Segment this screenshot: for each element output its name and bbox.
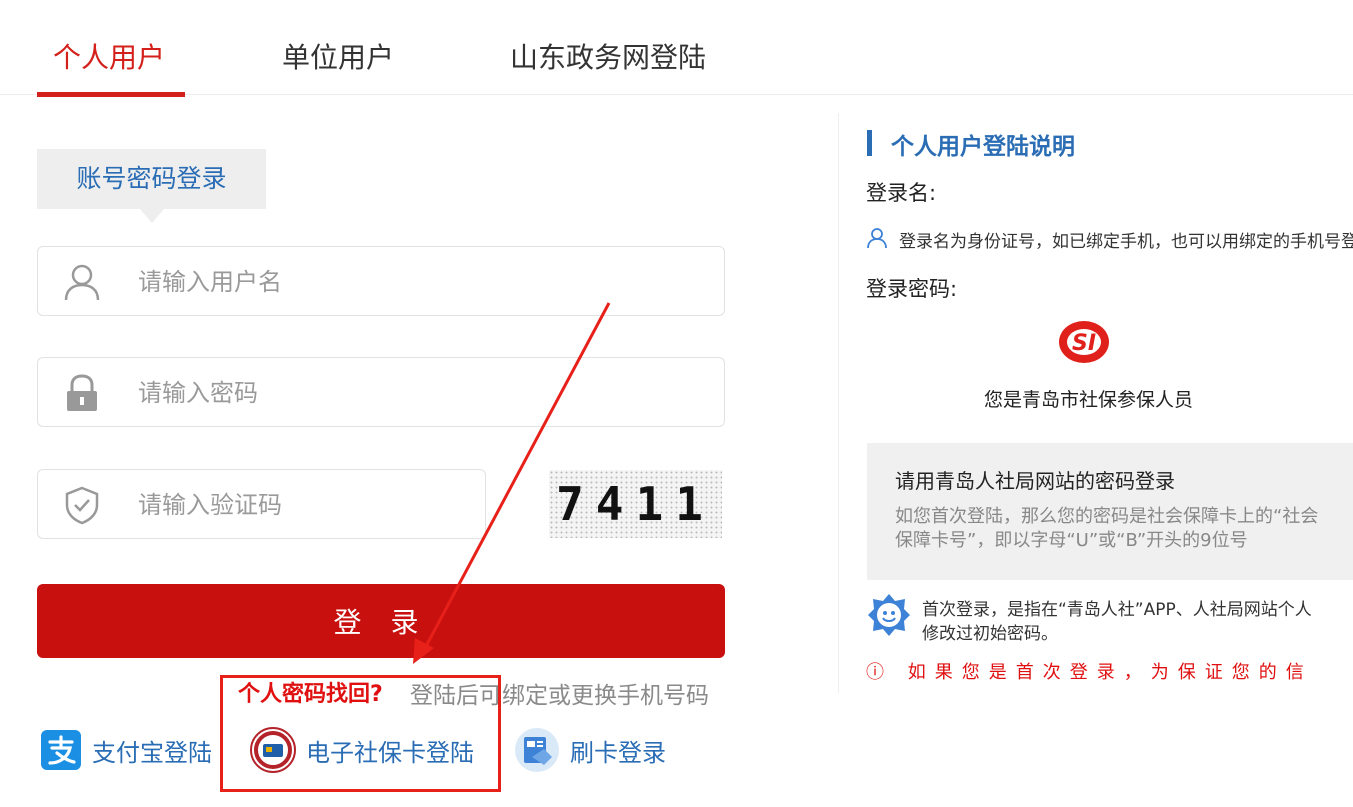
first-login-warning: ⓘ 如果您是首次登录，为保证您的信 — [866, 662, 1313, 683]
shield-check-icon — [65, 486, 99, 525]
username-heading: 登录名: — [866, 181, 937, 205]
username-description: 登录名为身份证号，如已绑定手机，也可以用绑定的手机号登 — [899, 232, 1353, 252]
website-password-title: 请用青岛人社局网站的密码登录 — [895, 469, 1175, 493]
card-swipe-login-link[interactable]: 刷卡登录 — [514, 728, 666, 772]
login-mode-label[interactable]: 账号密码登录 — [37, 149, 266, 209]
alipay-login-link[interactable]: 支付宝登陆 — [40, 728, 212, 772]
alipay-icon — [41, 730, 81, 770]
username-field[interactable] — [37, 246, 725, 316]
captcha-field[interactable] — [37, 469, 486, 539]
si-logo-text: SI — [1072, 331, 1096, 356]
tab-organization-user[interactable]: 单位用户 — [282, 36, 394, 76]
password-field[interactable] — [37, 357, 725, 427]
password-info-box: 请用青岛人社局网站的密码登录 如您首次登陆，那么您的密码是社会保障卡上的“社会保… — [867, 443, 1353, 580]
captcha-input[interactable] — [136, 484, 470, 526]
alipay-login-label: 支付宝登陆 — [92, 738, 212, 767]
user-icon — [64, 264, 100, 301]
info-panel: 个人用户登陆说明 登录名: 登录名为身份证号，如已绑定手机，也可以用绑定的手机号… — [838, 113, 1353, 693]
tab-personal-user[interactable]: 个人用户 — [53, 36, 165, 76]
active-tab-indicator — [37, 92, 185, 97]
first-login-note-line1: 首次登录，是指在“青岛人社”APP、人社局网站个人 — [922, 600, 1312, 620]
card-reader-icon — [515, 728, 559, 772]
panel-title: 个人用户登陆说明 — [891, 134, 1075, 160]
username-input[interactable] — [136, 261, 700, 303]
insured-person-title: 您是青岛市社保参保人员 — [984, 389, 1194, 411]
login-button[interactable]: 登 录 — [37, 584, 725, 658]
lock-icon — [67, 374, 97, 411]
captcha-image[interactable]: 7411 — [549, 470, 722, 538]
website-password-description: 如您首次登陆，那么您的密码是社会保障卡上的“社会保障卡号”，即以字母“U”或“B… — [895, 506, 1319, 551]
person-icon — [867, 228, 887, 249]
smiley-badge-icon — [868, 594, 910, 636]
login-mode-pointer — [140, 209, 164, 223]
card-swipe-login-label: 刷卡登录 — [570, 738, 666, 767]
highlight-box — [220, 675, 501, 792]
password-input[interactable] — [136, 372, 700, 414]
tabs-divider — [0, 94, 1353, 95]
tab-shandong-gov-login[interactable]: 山东政务网登陆 — [510, 36, 706, 76]
password-heading: 登录密码: — [866, 277, 958, 301]
first-login-note-line2: 修改过初始密码。 — [922, 624, 1058, 644]
social-insurance-logo: SI — [1059, 321, 1109, 363]
panel-title-bar — [867, 130, 872, 156]
